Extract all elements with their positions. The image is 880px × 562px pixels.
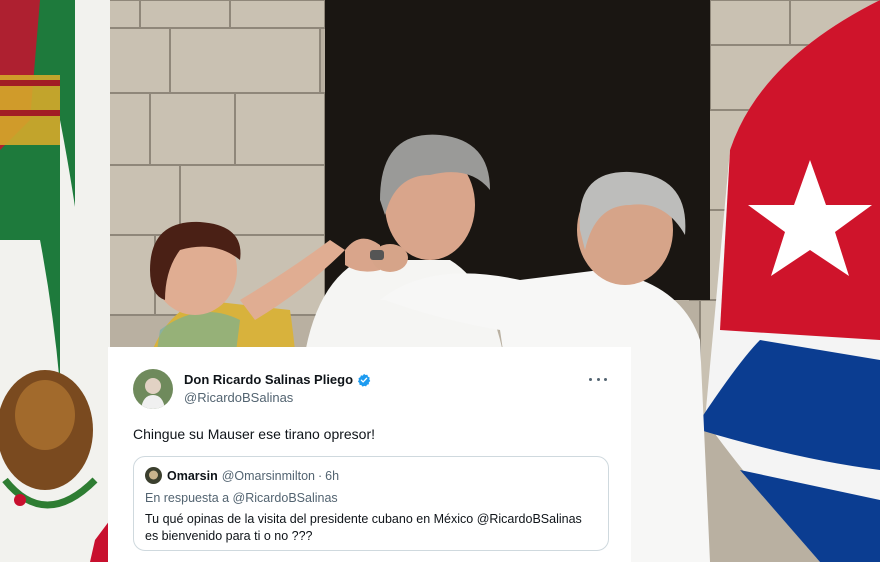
quoted-tweet-header: Omarsin @Omarsinmilton · 6h xyxy=(145,467,596,484)
quoted-text-line-1: Tu qué opinas de la visita del president… xyxy=(145,512,582,526)
quoted-tweet-text: Tu qué opinas de la visita del president… xyxy=(145,511,596,545)
quoted-author-name: Omarsin xyxy=(167,468,218,483)
tweet-text: Chingue su Mauser ese tirano opresor! xyxy=(133,426,376,442)
separator-dot: · xyxy=(317,468,323,483)
author-names: Don Ricardo Salinas Pliego @RicardoBSali… xyxy=(184,369,371,405)
author-display-name[interactable]: Don Ricardo Salinas Pliego xyxy=(184,372,353,387)
mexican-flag xyxy=(0,0,110,562)
quoted-tweet[interactable]: Omarsin @Omarsinmilton · 6h En respuesta… xyxy=(133,456,609,551)
quoted-timestamp: 6h xyxy=(325,468,340,483)
author-handle[interactable]: @RicardoBSalinas xyxy=(184,390,371,405)
tweet-header: Don Ricardo Salinas Pliego @RicardoBSali… xyxy=(133,369,607,409)
tweet-card[interactable]: Don Ricardo Salinas Pliego @RicardoBSali… xyxy=(108,347,631,562)
quoted-author-avatar xyxy=(145,467,162,484)
quoted-text-line-2: es bienvenido para ti o no ??? xyxy=(145,529,313,543)
verified-badge-icon xyxy=(357,373,371,387)
author-avatar[interactable] xyxy=(133,369,173,409)
reply-context: En respuesta a @RicardoBSalinas xyxy=(145,491,338,505)
quoted-author-handle: @Omarsinmilton xyxy=(221,468,315,483)
more-options-icon[interactable] xyxy=(589,373,607,385)
